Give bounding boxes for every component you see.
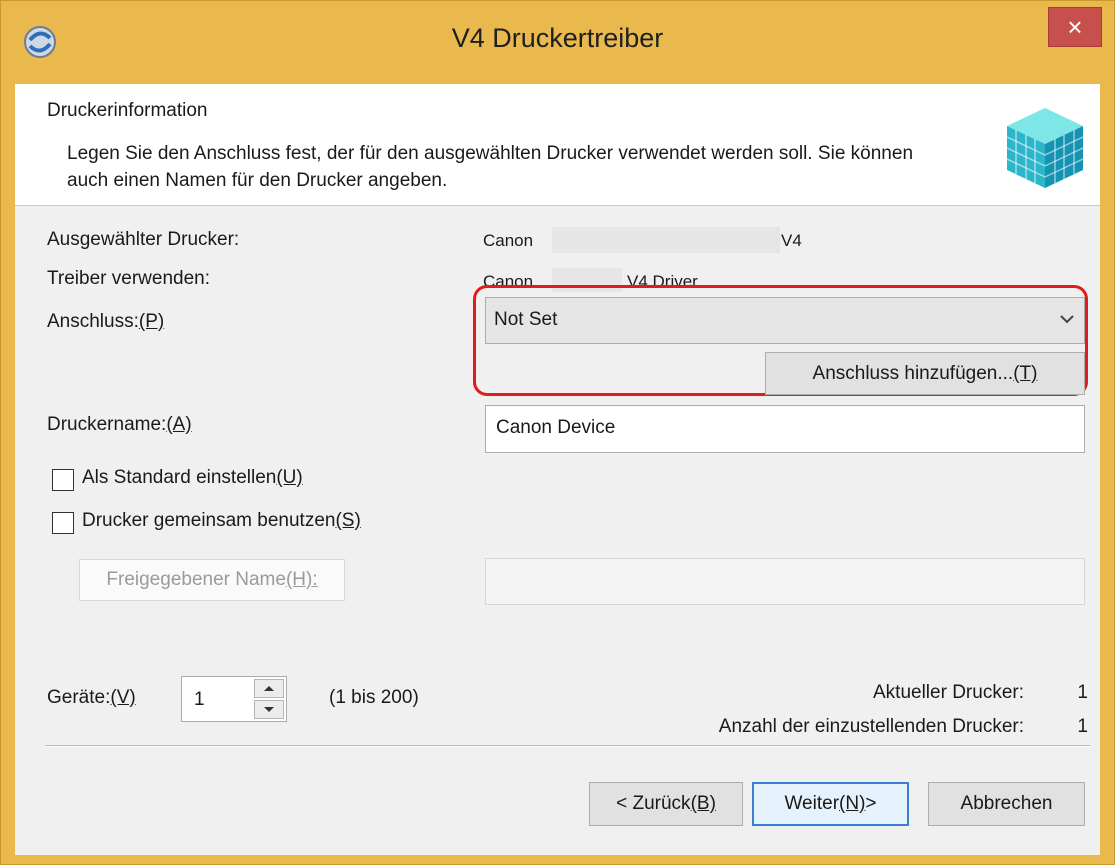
back-button[interactable]: < Zurück(B) (589, 782, 743, 826)
printer-cube-icon (1006, 108, 1084, 188)
page-title: Druckerinformation (47, 100, 208, 121)
shared-name-input (485, 558, 1085, 605)
spinner-buttons (254, 679, 284, 719)
current-printer-label: Aktueller Drucker: (873, 682, 1024, 703)
printer-name-label: Druckername:(A) (47, 414, 192, 435)
wizard-header: Druckerinformation Legen Sie den Anschlu… (15, 84, 1100, 206)
share-printer-label[interactable]: Drucker gemeinsam benutzen(S) (82, 510, 361, 532)
set-default-checkbox[interactable] (52, 469, 74, 491)
port-label: Anschluss:(P) (47, 311, 165, 332)
add-port-button[interactable]: Anschluss hinzufügen...(T) (765, 352, 1085, 395)
spinner-up-button[interactable] (254, 679, 284, 698)
devices-range: (1 bis 200) (329, 687, 419, 708)
selected-printer-prefix: Canon (483, 231, 534, 250)
printer-name-input[interactable]: Canon Device (485, 405, 1085, 453)
port-dropdown[interactable]: Not Set (485, 297, 1085, 344)
shared-name-button: Freigegebener Name(H): (79, 559, 345, 601)
chevron-down-icon (1060, 315, 1074, 324)
printer-count-value: 1 (1077, 716, 1088, 737)
installer-window: V4 Druckertreiber × Druckerinformation L… (0, 0, 1115, 865)
title-bar[interactable]: V4 Druckertreiber × (1, 1, 1114, 85)
share-printer-checkbox[interactable] (52, 512, 74, 534)
selected-printer-label: Ausgewählter Drucker: (47, 229, 240, 250)
printer-count-label: Anzahl der einzustellenden Drucker: (718, 716, 1024, 737)
printer-name-value: Canon Device (496, 417, 616, 438)
selected-printer-suffix: V4 (781, 231, 802, 250)
dialog-body: Druckerinformation Legen Sie den Anschlu… (15, 84, 1100, 855)
triangle-up-icon (264, 686, 274, 691)
triangle-down-icon (264, 707, 274, 712)
separator (45, 745, 1090, 747)
driver-label: Treiber verwenden: (47, 268, 210, 289)
devices-label: Geräte:(V) (47, 687, 136, 708)
devices-value: 1 (194, 689, 205, 710)
devices-spinner[interactable]: 1 (181, 676, 287, 722)
current-printer-value: 1 (1077, 682, 1088, 703)
page-description: Legen Sie den Anschluss fest, der für de… (67, 143, 914, 191)
window-title: V4 Druckertreiber (451, 23, 664, 53)
spinner-down-button[interactable] (254, 700, 284, 719)
set-default-label[interactable]: Als Standard einstellen(U) (82, 467, 303, 489)
next-button[interactable]: Weiter(N) > (752, 782, 909, 826)
port-dropdown-value: Not Set (494, 309, 558, 330)
redacted-model-name (552, 227, 780, 253)
cancel-button[interactable]: Abbrechen (928, 782, 1085, 826)
close-icon: × (1067, 12, 1083, 42)
close-button[interactable]: × (1048, 7, 1102, 47)
